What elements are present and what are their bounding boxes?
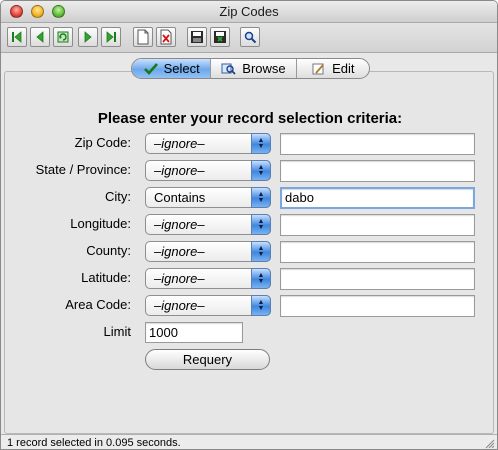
zip-codes-window: Zip Codes Select Browse Edit Please ente…	[0, 0, 498, 450]
latitude-label: Latitude:	[81, 270, 131, 285]
area-code-operator-select[interactable]: –ignore– ▲ ▼	[145, 295, 271, 316]
status-text: 1 record selected in 0.095 seconds.	[7, 437, 181, 449]
select-arrows-icon: ▲ ▼	[251, 268, 271, 289]
prior-record-icon	[36, 31, 44, 43]
area-code-operator-value: –ignore–	[154, 298, 205, 313]
state-province-input[interactable]	[280, 160, 475, 182]
latitude-operator-select[interactable]: –ignore– ▲ ▼	[145, 268, 271, 289]
toolbar	[1, 23, 497, 53]
limit-label: Limit	[103, 324, 131, 339]
area-code-label: Area Code:	[65, 297, 131, 312]
select-arrows-icon: ▲ ▼	[251, 295, 271, 316]
zip-code-input[interactable]	[280, 133, 475, 155]
magnifier-icon	[221, 63, 236, 75]
resize-grip-icon[interactable]	[484, 438, 495, 449]
zip-code-operator-value: –ignore–	[154, 136, 205, 151]
select-arrows-icon: ▲ ▼	[251, 133, 271, 154]
requery-icon	[57, 31, 69, 43]
new-record-icon	[137, 29, 149, 45]
city-label: City:	[105, 189, 131, 204]
tab-browse[interactable]: Browse	[211, 59, 297, 78]
sql-icon	[244, 31, 257, 44]
tab-select-label: Select	[163, 61, 200, 76]
latitude-input[interactable]	[280, 268, 475, 290]
delete-record-button[interactable]	[156, 27, 176, 47]
area-code-input[interactable]	[280, 295, 475, 317]
tab-edit[interactable]: Edit	[297, 59, 369, 78]
window-title: Zip Codes	[219, 4, 279, 19]
longitude-operator-select[interactable]: –ignore– ▲ ▼	[145, 214, 271, 235]
save-button[interactable]	[187, 27, 207, 47]
cancel-icon	[214, 31, 226, 43]
save-icon	[191, 31, 203, 43]
county-input[interactable]	[280, 241, 475, 263]
checkmark-icon	[143, 62, 158, 75]
select-arrows-icon: ▲ ▼	[251, 241, 271, 262]
edit-icon	[312, 63, 324, 74]
requery-button[interactable]	[53, 27, 73, 47]
criteria-heading: Please enter your record selection crite…	[97, 110, 403, 127]
county-label: County:	[86, 243, 131, 258]
longitude-label: Longitude:	[70, 216, 131, 231]
state-province-operator-select[interactable]: –ignore– ▲ ▼	[145, 160, 271, 181]
longitude-operator-value: –ignore–	[154, 217, 205, 232]
sql-button[interactable]	[240, 27, 260, 47]
zip-code-operator-select[interactable]: –ignore– ▲ ▼	[145, 133, 271, 154]
tab-browse-label: Browse	[242, 61, 286, 76]
new-record-button[interactable]	[133, 27, 153, 47]
status-bar: 1 record selected in 0.095 seconds.	[1, 434, 497, 449]
city-operator-value: Contains	[154, 190, 206, 205]
tab-edit-label: Edit	[332, 61, 355, 76]
county-operator-value: –ignore–	[154, 244, 205, 259]
title-bar[interactable]: Zip Codes	[1, 1, 497, 23]
city-operator-select[interactable]: Contains ▲ ▼	[145, 187, 271, 208]
next-record-button[interactable]	[78, 27, 98, 47]
first-record-icon	[12, 31, 22, 43]
first-record-button[interactable]	[7, 27, 27, 47]
last-record-icon	[106, 31, 116, 43]
prior-record-button[interactable]	[30, 27, 50, 47]
limit-input[interactable]: 1000	[145, 322, 243, 343]
requery-button-main[interactable]: Requery	[145, 349, 270, 370]
select-arrows-icon: ▲ ▼	[251, 214, 271, 235]
next-record-icon	[84, 31, 92, 43]
latitude-operator-value: –ignore–	[154, 271, 205, 286]
delete-record-icon	[160, 29, 172, 45]
tab-select[interactable]: Select	[132, 59, 212, 78]
city-input[interactable]: dabo	[280, 187, 475, 209]
county-operator-select[interactable]: –ignore– ▲ ▼	[145, 241, 271, 262]
zip-code-label: Zip Code:	[74, 135, 131, 150]
state-province-operator-value: –ignore–	[154, 163, 205, 178]
state-province-label: State / Province:	[35, 162, 131, 177]
select-arrows-icon: ▲ ▼	[251, 160, 271, 181]
page-tabs: Select Browse Edit	[131, 58, 370, 79]
last-record-button[interactable]	[101, 27, 121, 47]
longitude-input[interactable]	[280, 214, 475, 236]
select-arrows-icon: ▲ ▼	[251, 187, 271, 208]
cancel-button[interactable]	[210, 27, 230, 47]
